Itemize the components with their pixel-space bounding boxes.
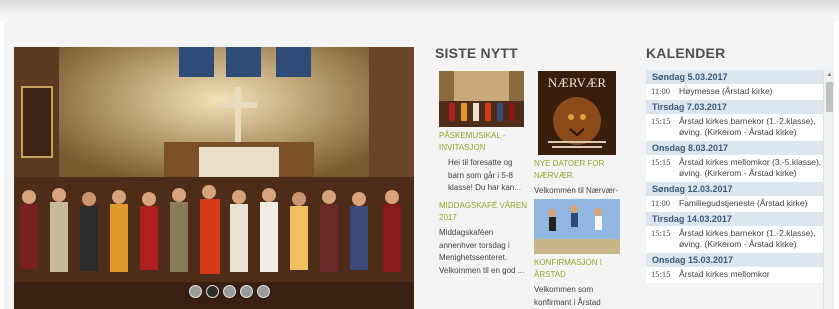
calendar-scrollbar[interactable]: ▲: [823, 70, 834, 309]
event-title: Høymesse (Årstad kirke): [679, 86, 773, 96]
calendar-event[interactable]: 11:00 Familiegudstjeneste (Årstad kirke): [646, 196, 823, 212]
event-title: Årstad kirkes mellomkor (3.-5.klasse), ø…: [679, 157, 822, 178]
scroll-up-arrow-icon[interactable]: ▲: [824, 72, 835, 78]
slideshow-pager: [189, 285, 270, 298]
calendar-event[interactable]: 11:00 Høymesse (Årstad kirke): [646, 84, 823, 100]
calendar-list[interactable]: Søndag 5.03.2017 11:00 Høymesse (Årstad …: [646, 70, 823, 309]
news-excerpt: Velkommen som konfirmant i Årstad: [534, 285, 601, 307]
calendar-date-header: Søndag 5.03.2017: [646, 70, 823, 84]
news-link-confirmation[interactable]: KONFIRMASJON I ÅRSTAD: [534, 257, 624, 281]
calendar-date-header: Søndag 12.03.2017: [646, 182, 823, 196]
slide-dot-5[interactable]: [257, 285, 270, 298]
event-time: 15:15: [651, 228, 671, 238]
calendar-date-header: Tirsdag 14.03.2017: [646, 212, 823, 226]
event-time: 11:00: [651, 86, 671, 96]
slideshow[interactable]: [14, 47, 414, 309]
event-title: Årstad kirkes barnekor (1.-2.klasse), øv…: [679, 228, 816, 249]
calendar-heading: KALENDER: [646, 45, 726, 61]
event-title: Årstad kirkes barnekor (1.-2.klasse), øv…: [679, 116, 816, 137]
news-excerpt: Velkommen til Nærvær-: [534, 186, 619, 195]
news-excerpt: Hei til foresatte og barn som går i 5-8 …: [448, 158, 521, 192]
calendar-event[interactable]: 15:15 Årstad kirkes mellomkor (3.-5.klas…: [646, 155, 823, 182]
naervaer-thumb-caption: NÆRVÆR: [548, 75, 607, 90]
news-link-easter-musical[interactable]: PÅSKEMUSIKAL - INVITASJON: [439, 130, 529, 154]
calendar-date-header: Tirsdag 7.03.2017: [646, 100, 823, 114]
event-title: Årstad kirkes mellomkor: [679, 269, 770, 279]
calendar-date-header: Onsdag 15.03.2017: [646, 253, 823, 267]
slide-dot-1[interactable]: [189, 285, 202, 298]
news-excerpt: Middagskaféen annenhver torsdag i Menigh…: [439, 228, 525, 275]
calendar-date-header: Onsdag 8.03.2017: [646, 141, 823, 155]
news-item-confirmation: KONFIRMASJON I ÅRSTAD Velkommen som konf…: [534, 257, 624, 309]
slideshow-photo-church-choir: [14, 47, 414, 309]
news-thumb-easter-musical[interactable]: [439, 71, 524, 127]
news-thumb-confirmation[interactable]: [534, 199, 620, 254]
scrollbar-thumb[interactable]: [826, 82, 833, 112]
news-heading: SISTE NYTT: [435, 45, 518, 61]
calendar-event[interactable]: 15:15 Årstad kirkes barnekor (1.-2.klass…: [646, 226, 823, 253]
news-item-naervaer: NYE DATOER FOR NÆRVÆR. Velkommen til Nær…: [534, 158, 624, 198]
top-shadow-bar: [0, 0, 839, 22]
slide-dot-2[interactable]: [206, 285, 219, 298]
news-link-dinner-cafe[interactable]: MIDDAGSKAFÉ VÅREN 2017: [439, 200, 529, 224]
calendar-event[interactable]: 15:15 Årstad kirkes mellomkor: [646, 267, 823, 283]
event-time: 11:00: [651, 198, 671, 208]
event-title: Familiegudstjeneste (Årstad kirke): [679, 198, 808, 208]
calendar-event[interactable]: 15:15 Årstad kirkes barnekor (1.-2.klass…: [646, 114, 823, 141]
news-item-easter-musical: PÅSKEMUSIKAL - INVITASJON Hei til foresa…: [439, 130, 529, 195]
event-time: 15:15: [651, 157, 671, 167]
slide-dot-4[interactable]: [240, 285, 253, 298]
slide-dot-3[interactable]: [223, 285, 236, 298]
news-link-naervaer[interactable]: NYE DATOER FOR NÆRVÆR.: [534, 158, 624, 182]
event-time: 15:15: [651, 269, 671, 279]
news-item-dinner-cafe: MIDDAGSKAFÉ VÅREN 2017 Middagskaféen ann…: [439, 200, 529, 277]
news-thumb-naervaer[interactable]: NÆRVÆR: [538, 71, 616, 155]
event-time: 15:15: [651, 116, 671, 126]
